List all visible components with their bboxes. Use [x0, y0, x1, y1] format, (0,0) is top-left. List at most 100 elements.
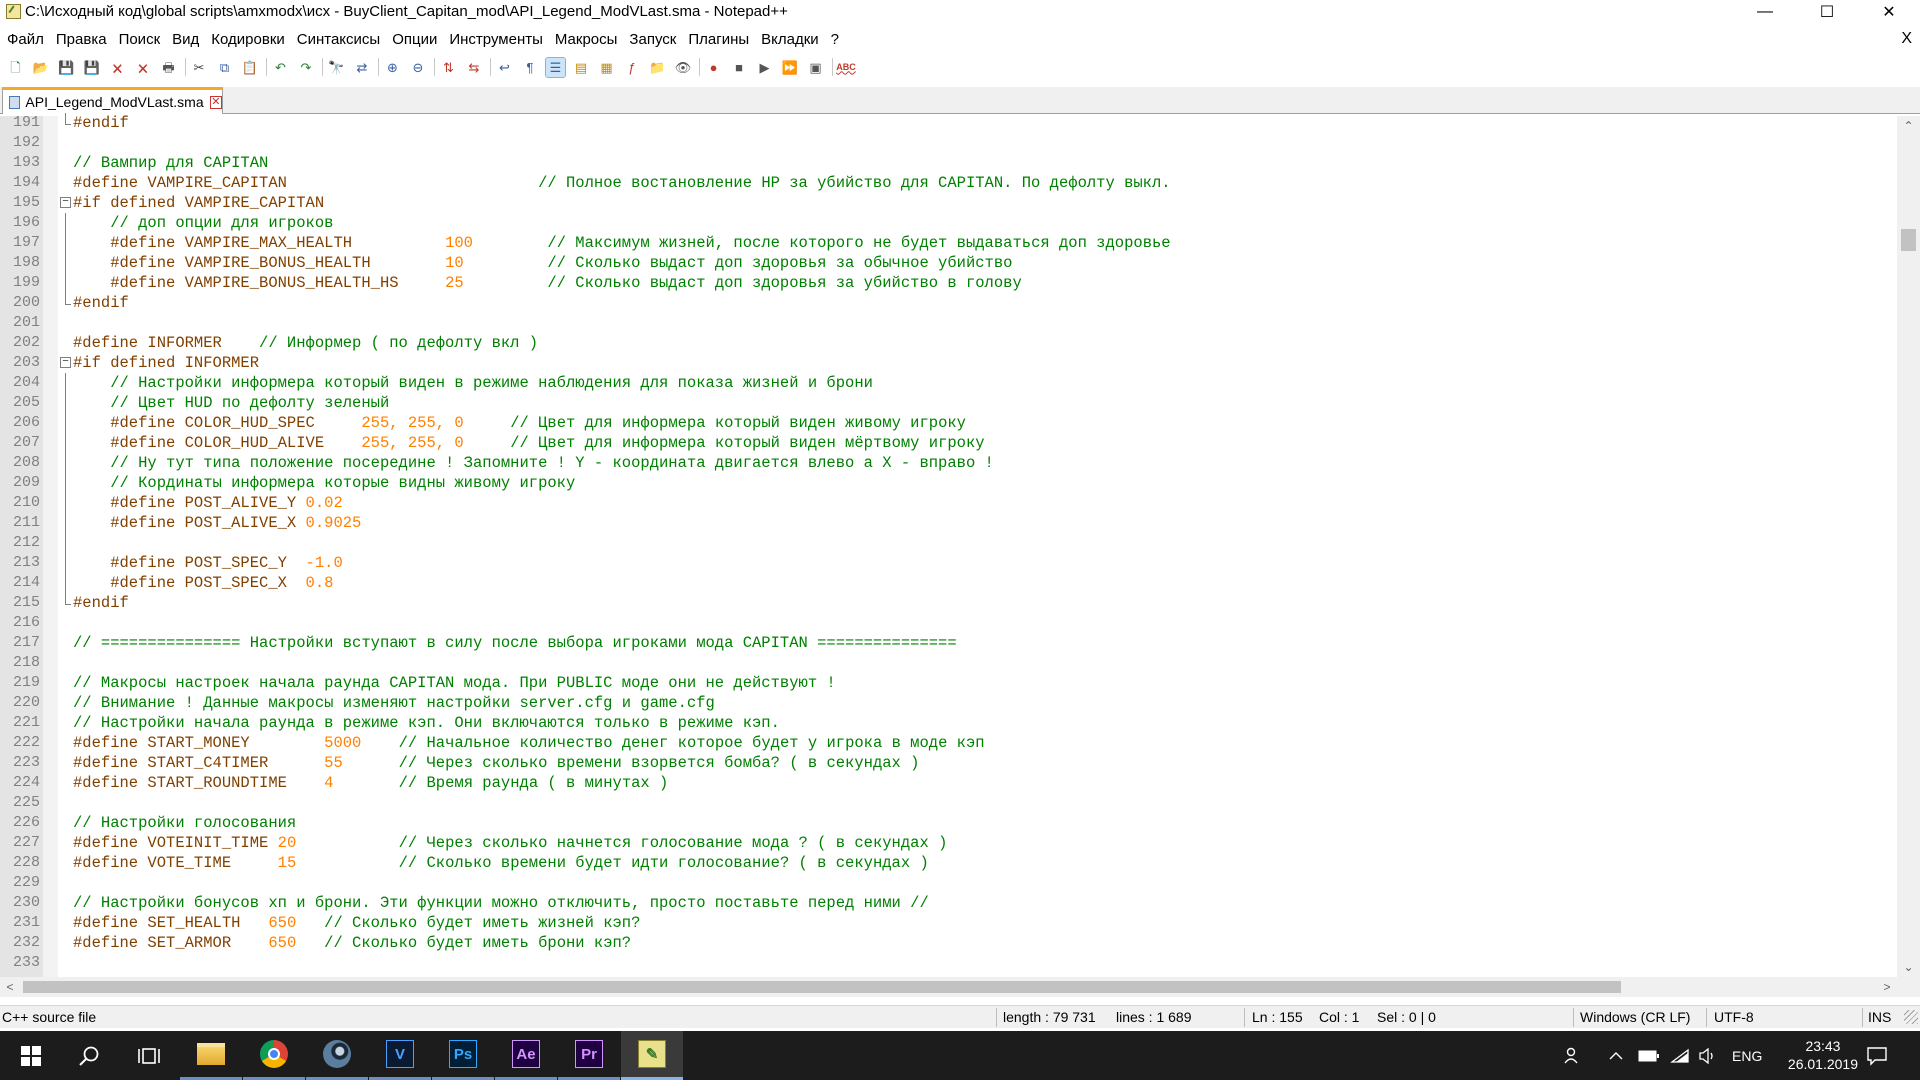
code-line[interactable]: 219 // Макросы настроек начала раунда CAP… [0, 673, 1897, 693]
code-line[interactable]: 212 [0, 533, 1897, 553]
search-button[interactable] [58, 1031, 120, 1080]
code-line[interactable]: 223 #define START_C4TIMER 55 // Через ско… [0, 753, 1897, 773]
battery-icon[interactable] [1638, 1031, 1660, 1080]
menu-item-2[interactable]: Поиск [113, 31, 167, 48]
new-file-icon[interactable]: 🗋 [6, 58, 25, 77]
photoshop-icon[interactable]: Ps [432, 1031, 494, 1080]
vegas-icon[interactable]: V [369, 1031, 431, 1080]
code-line[interactable]: 229 [0, 873, 1897, 893]
scroll-right-button[interactable]: > [1877, 977, 1897, 997]
scroll-down-button[interactable]: ⌄ [1897, 957, 1920, 977]
input-language[interactable]: ENG [1732, 1031, 1762, 1080]
code-line[interactable]: 203 − #if defined INFORMER [0, 353, 1897, 373]
menu-item-1[interactable]: Правка [50, 31, 113, 48]
code-line[interactable]: 230 // Настройки бонусов хп и брони. Эти … [0, 893, 1897, 913]
tab-close-icon[interactable]: ✕ [209, 95, 222, 109]
code-line[interactable]: 197 #define VAMPIRE_MAX_HEALTH 100 // Ма… [0, 233, 1897, 253]
sync-vertical-icon[interactable]: ⇅ [439, 58, 458, 77]
code-line[interactable]: 226 // Настройки голосования [0, 813, 1897, 833]
stop-macro-icon[interactable]: ■ [730, 58, 749, 77]
code-line[interactable]: 210 #define POST_ALIVE_Y 0.02 [0, 493, 1897, 513]
play-macro-icon[interactable]: ▶ [755, 58, 774, 77]
code-line[interactable]: 191 #endif [0, 113, 1897, 133]
undo-icon[interactable]: ↶ [271, 58, 290, 77]
task-view-button[interactable] [118, 1031, 180, 1080]
redo-icon[interactable]: ↷ [297, 58, 316, 77]
code-line[interactable]: 206 #define COLOR_HUD_SPEC 255, 255, 0 /… [0, 413, 1897, 433]
action-center-icon[interactable] [1866, 1031, 1888, 1080]
save-icon[interactable]: 💾 [57, 58, 76, 77]
horizontal-scroll-thumb[interactable] [23, 981, 1621, 993]
status-mode[interactable]: INS [1868, 1009, 1891, 1025]
status-encoding[interactable]: UTF-8 [1714, 1009, 1754, 1025]
word-wrap-icon[interactable]: ↩ [495, 58, 514, 77]
file-explorer-icon[interactable] [180, 1031, 242, 1080]
after-effects-icon[interactable]: Ae [495, 1031, 557, 1080]
menu-item-12[interactable]: ? [825, 31, 845, 48]
maximize-button[interactable]: ☐ [1796, 0, 1858, 23]
menu-item-3[interactable]: Вид [166, 31, 205, 48]
scroll-up-button[interactable]: ⌃ [1897, 116, 1920, 136]
close-file-icon[interactable]: 🗙 [108, 58, 127, 77]
premiere-icon[interactable]: Pr [558, 1031, 620, 1080]
notepadpp-app-icon[interactable] [6, 4, 21, 19]
print-icon[interactable]: 🖶 [159, 58, 178, 77]
close-all-icon[interactable]: 🗙 [134, 58, 153, 77]
code-area[interactable]: 191 #endif 192 193 // Вампир для CAPITAN 194 #… [0, 113, 1897, 977]
code-line[interactable]: 211 #define POST_ALIVE_X 0.9025 [0, 513, 1897, 533]
code-editor[interactable]: 191 #endif 192 193 // Вампир для CAPITAN 194 #… [0, 113, 1897, 977]
spell-check-icon[interactable]: ABC [836, 58, 856, 77]
record-macro-icon[interactable]: ● [704, 58, 723, 77]
save-all-icon[interactable]: 💾 [83, 58, 102, 77]
close-button[interactable]: ✕ [1858, 0, 1920, 23]
code-line[interactable]: 220 // Внимание ! Данные макросы изменяют… [0, 693, 1897, 713]
language-udl-icon[interactable]: ▤ [572, 58, 591, 77]
code-line[interactable]: 208 // Ну тут типа положение посередине … [0, 453, 1897, 473]
tab-api-legend[interactable]: API_Legend_ModVLast.sma ✕ [2, 87, 223, 114]
code-line[interactable]: 196 // доп опции для игроков [0, 213, 1897, 233]
vertical-scrollbar[interactable]: ⌃ ⌄ [1897, 116, 1920, 977]
code-line[interactable]: 233 [0, 953, 1897, 973]
code-line[interactable]: 225 [0, 793, 1897, 813]
code-line[interactable]: 228 #define VOTE_TIME 15 // Сколько време… [0, 853, 1897, 873]
code-line[interactable]: 214 #define POST_SPEC_X 0.8 [0, 573, 1897, 593]
code-line[interactable]: 200 #endif [0, 293, 1897, 313]
menu-item-6[interactable]: Опции [386, 31, 443, 48]
save-macro-icon[interactable]: ▣ [806, 58, 825, 77]
menu-item-4[interactable]: Кодировки [205, 31, 290, 48]
code-line[interactable]: 227 #define VOTEINIT_TIME 20 // Через ско… [0, 833, 1897, 853]
code-line[interactable]: 224 #define START_ROUNDTIME 4 // Время ра… [0, 773, 1897, 793]
code-line[interactable]: 231 #define SET_HEALTH 650 // Сколько буд… [0, 913, 1897, 933]
show-all-chars-icon[interactable]: ¶ [521, 58, 540, 77]
code-line[interactable]: 205 // Цвет HUD по дефолту зеленый [0, 393, 1897, 413]
system-clock[interactable]: 23:43 26.01.2019 [1788, 1037, 1858, 1073]
code-line[interactable]: 204 // Настройки информера который виден… [0, 373, 1897, 393]
paste-icon[interactable]: 📋 [241, 58, 260, 77]
code-line[interactable]: 218 [0, 653, 1897, 673]
menu-item-10[interactable]: Плагины [682, 31, 755, 48]
code-line[interactable]: 213 #define POST_SPEC_Y -1.0 [0, 553, 1897, 573]
close-document-menu-button[interactable]: X [1901, 30, 1912, 48]
code-line[interactable]: 217 // =============== Настройки вступают… [0, 633, 1897, 653]
replace-icon[interactable]: ⇄ [353, 58, 372, 77]
find-icon[interactable]: 🔭 [327, 58, 346, 77]
vertical-scroll-thumb[interactable] [1901, 229, 1916, 251]
code-line[interactable]: 199 #define VAMPIRE_BONUS_HEALTH_HS 25 /… [0, 273, 1897, 293]
code-line[interactable]: 222 #define START_MONEY 5000 // Начальное… [0, 733, 1897, 753]
code-line[interactable]: 198 #define VAMPIRE_BONUS_HEALTH 10 // С… [0, 253, 1897, 273]
volume-icon[interactable] [1698, 1031, 1718, 1080]
code-line[interactable]: 202 #define INFORMER // Информер ( по деф… [0, 333, 1897, 353]
zoom-in-icon[interactable]: ⊕ [383, 58, 402, 77]
zoom-out-icon[interactable]: ⊖ [409, 58, 428, 77]
fold-toggle-icon[interactable]: − [60, 357, 71, 368]
code-line[interactable]: 192 [0, 133, 1897, 153]
minimize-button[interactable]: — [1734, 0, 1796, 23]
scroll-left-button[interactable]: < [0, 977, 20, 997]
code-line[interactable]: 195 − #if defined VAMPIRE_CAPITAN [0, 193, 1897, 213]
code-line[interactable]: 216 [0, 613, 1897, 633]
menu-item-0[interactable]: Файл [0, 31, 50, 48]
code-line[interactable]: 221 // Настройки начала раунда в режиме к… [0, 713, 1897, 733]
menu-item-7[interactable]: Инструменты [443, 31, 549, 48]
run-macro-multiple-icon[interactable]: ⏩ [781, 58, 800, 77]
menu-item-5[interactable]: Синтаксисы [291, 31, 386, 48]
